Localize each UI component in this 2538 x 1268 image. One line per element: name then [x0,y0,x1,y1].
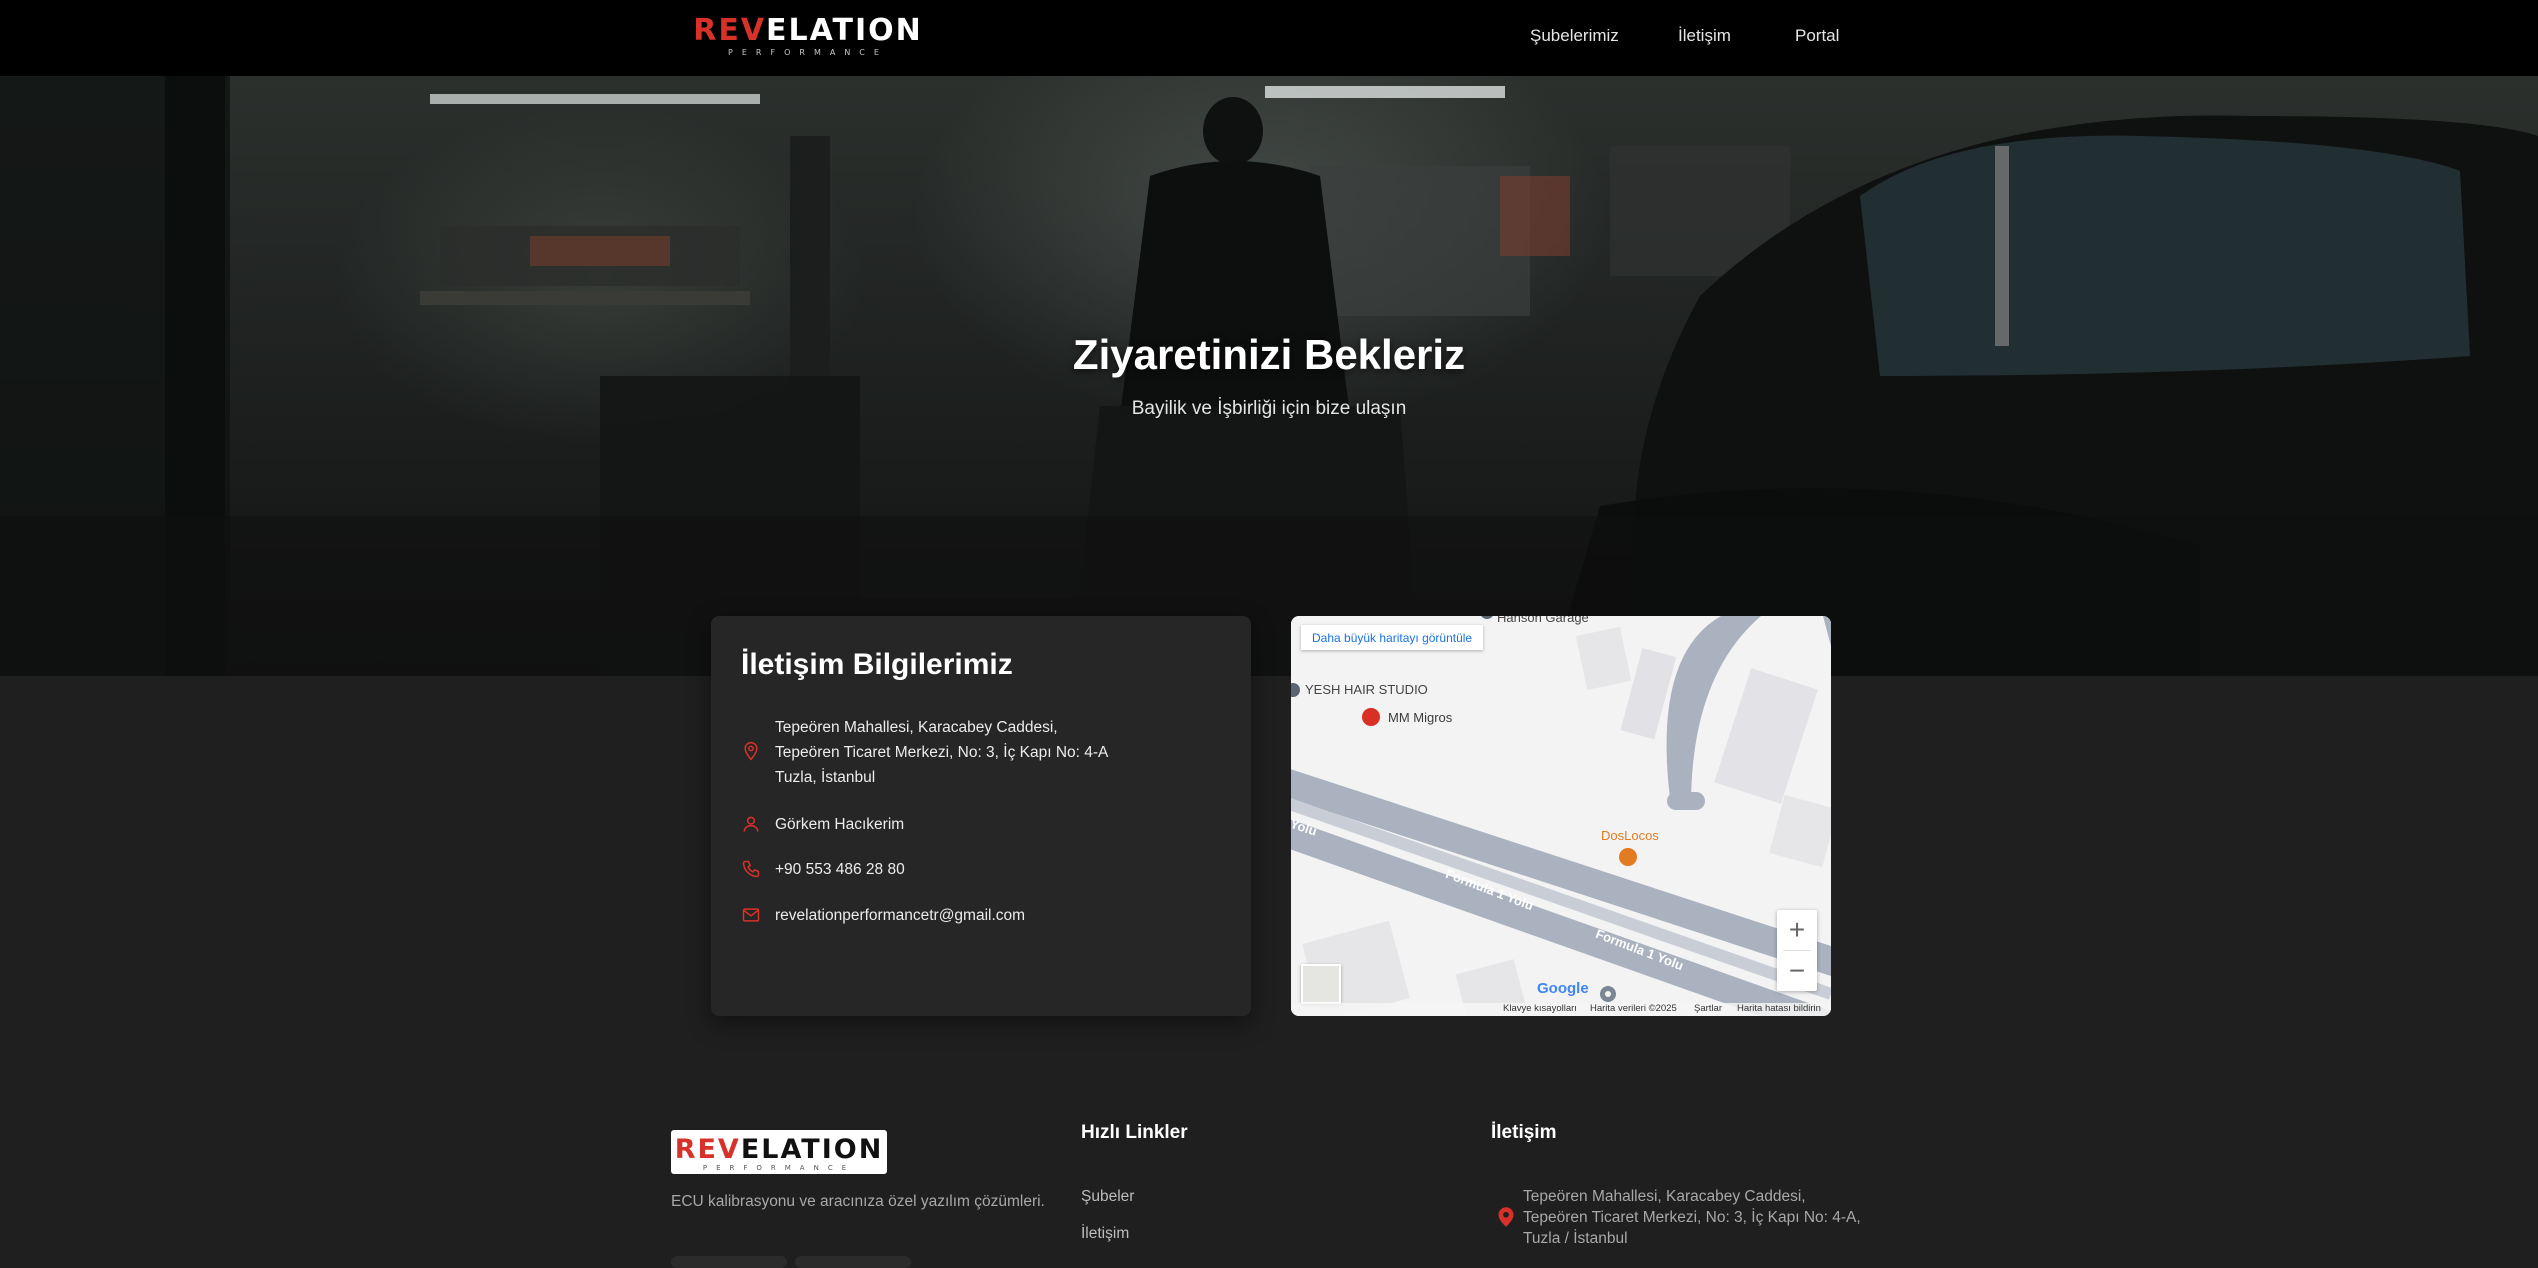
footer-address-line: Tepeören Ticaret Merkezi, No: 3, İç Kapı… [1523,1209,1861,1226]
brand-logo-word: REVELATION [693,16,923,46]
contact-card-title: İletişim Bilgilerimiz [741,648,1013,681]
contact-address-line: Tepeören Mahallesi, Karacabey Caddesi, [775,719,1058,736]
footer-logo-word: REVELATION [675,1136,884,1163]
map-pin-icon [744,741,758,761]
google-logo-text: Google [1537,980,1589,997]
map-label-migros[interactable]: MM Migros [1388,710,1452,725]
contact-email-row: revelationperformancetr@gmail.com [741,903,1025,928]
user-icon [743,816,759,832]
social-button[interactable] [671,1256,787,1268]
brand-logo[interactable]: REVELATION PERFORMANCE [690,16,926,57]
map-label-doslocos[interactable]: DosLocos [1601,828,1659,843]
footer-logo-rev: REV [674,1134,741,1165]
mail-icon [742,908,760,922]
footer-address-line: Tepeören Mahallesi, Karacabey Caddesi, [1523,1188,1806,1205]
contact-address-row: Tepeören Mahallesi, Karacabey Caddesi, T… [741,715,1108,790]
contact-person: Görkem Hacıkerim [775,816,905,833]
view-larger-map-button[interactable]: Daha büyük haritayı görüntüle [1301,625,1484,650]
map-data-credit: Harita verileri ©2025 [1590,1003,1677,1014]
map-label-poi[interactable]: Hanson Garage [1497,616,1589,625]
brand-logo-rev: REV [693,13,767,48]
contact-address-line: Tepeören Ticaret Merkezi, No: 3, İç Kapı… [775,744,1109,761]
nav-link-portal[interactable]: Portal [1795,26,1839,46]
social-button[interactable] [795,1256,911,1268]
keyboard-shortcuts-link[interactable]: Klavye kısayolları [1503,1003,1577,1014]
nav-link-subelerimiz[interactable]: Şubelerimiz [1530,26,1619,46]
footer-logo-elation: ELATION [740,1134,884,1165]
map-canvas[interactable] [1291,616,1831,1016]
footer-address-line: Tuzla / İstanbul [1523,1230,1628,1247]
brand-logo-elation: ELATION [766,13,923,48]
nav-link-iletisim[interactable]: İletişim [1678,26,1731,46]
contact-info-card: İletişim Bilgilerimiz Tepeören Mahallesi… [711,616,1251,1016]
contact-email-link[interactable]: revelationperformancetr@gmail.com [775,903,1025,928]
contact-phone-link[interactable]: +90 553 486 28 80 [775,857,905,882]
hero-banner: Ziyaretinizi Bekleriz Bayilik ve İşbirli… [0,76,2538,676]
report-map-error-link[interactable]: Harita hatası bildirin [1737,1003,1821,1014]
contact-phone-row: +90 553 486 28 80 [741,857,905,882]
map-zoom-controls: + − [1777,910,1817,991]
terms-link[interactable]: Şartlar [1694,1003,1722,1014]
footer-brand-logo: REVELATION PERFORMANCE [671,1136,887,1172]
hero-subtitle: Bayilik ve İşbirliği için bize ulaşın [1131,398,1407,419]
zoom-out-button[interactable]: − [1777,951,1817,991]
footer-logo-box[interactable]: REVELATION PERFORMANCE [671,1130,887,1174]
contact-address: Tepeören Mahallesi, Karacabey Caddesi, T… [775,715,1108,790]
footer-tagline: ECU kalibrasyonu ve aracınıza özel yazıl… [671,1193,1045,1210]
map-type-toggle[interactable] [1301,964,1341,1004]
google-logo: Google [1537,980,1589,997]
embedded-map[interactable]: Daha büyük haritayı görüntüle Hanson Gar… [1291,616,1831,1016]
footer-link-iletisim[interactable]: İletişim [1081,1225,1129,1243]
footer-address: Tepeören Mahallesi, Karacabey Caddesi, T… [1523,1186,1861,1249]
hero-title: Ziyaretinizi Bekleriz [1072,331,1466,378]
contact-address-line: Tuzla, İstanbul [775,769,876,786]
zoom-in-button[interactable]: + [1777,910,1817,950]
map-label-yesh[interactable]: YESH HAIR STUDIO [1305,682,1428,697]
contact-person-row: Görkem Hacıkerim [741,812,904,837]
phone-icon [742,860,760,878]
footer-quick-links-title: Hızlı Linkler [1081,1122,1188,1143]
footer-link-subeler[interactable]: Şubeler [1081,1188,1134,1206]
brand-logo-tagline: PERFORMANCE [728,48,888,57]
map-attribution: Klavye kısayolları Harita verileri ©2025… [1291,1003,1831,1016]
map-pin-icon [1498,1207,1514,1227]
navbar: REVELATION PERFORMANCE Şubelerimiz İleti… [0,0,2538,76]
footer-contact-title: İletişim [1491,1122,1557,1143]
footer-logo-tagline: PERFORMANCE [702,1164,856,1172]
